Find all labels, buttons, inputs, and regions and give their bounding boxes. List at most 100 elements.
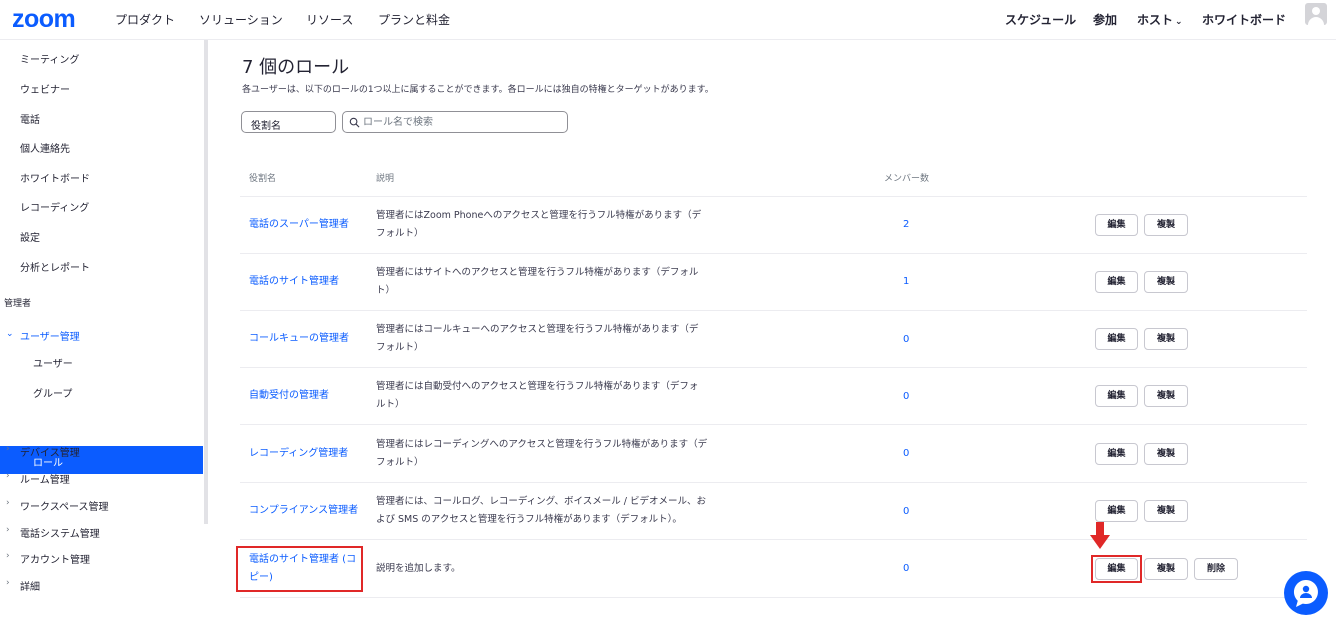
sidebar-item-contacts[interactable]: 個人連絡先 <box>20 140 70 155</box>
chevron-right-icon: › <box>6 578 10 588</box>
duplicate-button[interactable]: 複製 <box>1144 328 1188 350</box>
member-count-link[interactable]: 0 <box>903 334 909 345</box>
nav-join-link[interactable]: 参加 <box>1093 11 1117 28</box>
role-name-line: 電話のサイト管理者 <box>249 276 339 287</box>
sidebar: ミーティング ウェビナー 電話 個人連絡先 ホワイトボード レコーディング 設定… <box>0 40 204 617</box>
member-count-link[interactable]: 0 <box>903 563 909 574</box>
sidebar-item-phone[interactable]: 電話 <box>20 111 40 126</box>
desc-line: ルト） <box>376 399 405 410</box>
role-name-line: コンプライアンス管理者 <box>249 505 359 516</box>
duplicate-button[interactable]: 複製 <box>1144 443 1188 465</box>
role-name-link[interactable]: レコーディング管理者 <box>249 445 348 463</box>
role-name-link[interactable]: 電話のスーパー管理者 <box>249 216 349 234</box>
nav-host-menu[interactable]: ホスト ⌄ <box>1137 11 1183 28</box>
table-divider <box>240 539 1307 540</box>
sidebar-item-recordings[interactable]: レコーディング <box>20 199 89 214</box>
page-subtitle: 各ユーザーは、以下のロールの1つ以上に属することができます。各ロールには独自の特… <box>242 85 714 95</box>
edit-button[interactable]: 編集 <box>1095 271 1138 293</box>
duplicate-button[interactable]: 複製 <box>1144 500 1188 522</box>
sidebar-item-reports[interactable]: 分析とレポート <box>20 259 90 274</box>
duplicate-button[interactable]: 複製 <box>1144 214 1188 236</box>
desc-line: 管理者にはレコーディングへのアクセスと管理を行うフル特権があります（デ <box>376 439 708 450</box>
search-icon <box>349 117 360 128</box>
chevron-right-icon: › <box>6 471 10 481</box>
nav-item-product[interactable]: プロダクト <box>115 11 175 28</box>
desc-line: ト） <box>376 285 396 296</box>
nav-item-resources[interactable]: リソース <box>306 11 353 28</box>
support-chat-button[interactable] <box>1284 571 1328 615</box>
sidebar-item-settings[interactable]: 設定 <box>20 229 40 244</box>
table-divider <box>240 196 1307 197</box>
table-divider <box>240 310 1307 311</box>
desc-line: よび SMS のアクセスと管理を行うフル特権があります（デフォルト）。 <box>376 514 682 525</box>
zoom-logo[interactable]: zoom <box>12 5 76 34</box>
duplicate-button[interactable]: 複製 <box>1144 558 1188 580</box>
nav-item-plans-pricing[interactable]: プランと料金 <box>378 11 450 28</box>
role-name-line: 電話のスーパー管理者 <box>249 219 349 230</box>
member-count-link[interactable]: 2 <box>903 219 909 230</box>
edit-button[interactable]: 編集 <box>1095 558 1138 580</box>
chevron-right-icon: › <box>6 525 10 535</box>
role-name-link[interactable]: コンプライアンス管理者 <box>249 502 358 520</box>
member-count-link[interactable]: 0 <box>903 506 909 517</box>
table-divider <box>240 424 1307 425</box>
sidebar-item-whiteboards[interactable]: ホワイトボード <box>20 170 90 185</box>
desc-line: フォルト） <box>376 342 424 353</box>
edit-button[interactable]: 編集 <box>1095 443 1138 465</box>
chevron-down-icon: ⌄ <box>251 116 259 126</box>
desc-line: 管理者にはコールキューへのアクセスと管理を行うフル特権があります（デ <box>376 324 699 335</box>
sidebar-item-user-management[interactable]: ユーザー管理 <box>20 328 80 343</box>
arrow-down-icon <box>1090 522 1110 549</box>
edit-button[interactable]: 編集 <box>1095 214 1138 236</box>
nav-item-solutions[interactable]: ソリューション <box>199 11 283 28</box>
nav-schedule-link[interactable]: スケジュール <box>1005 11 1076 28</box>
desc-line: 説明を追加します。 <box>376 563 461 574</box>
sidebar-item-users[interactable]: ユーザー <box>33 355 73 370</box>
edit-button[interactable]: 編集 <box>1095 385 1138 407</box>
member-count-link[interactable]: 0 <box>903 391 909 402</box>
edit-button[interactable]: 編集 <box>1095 328 1138 350</box>
search-input[interactable] <box>363 115 563 129</box>
sidebar-item-webinars[interactable]: ウェビナー <box>20 81 70 96</box>
role-name-link[interactable]: 電話のサイト管理者 <box>249 273 339 291</box>
role-search-box[interactable] <box>342 111 568 133</box>
chat-icon <box>1293 580 1318 607</box>
desc-line: 管理者にはZoom Phoneへのアクセスと管理を行うフル特権があります（デ <box>376 210 702 221</box>
avatar[interactable] <box>1305 3 1327 25</box>
role-name-link[interactable]: コールキューの管理者 <box>249 330 349 348</box>
edit-button[interactable]: 編集 <box>1095 500 1138 522</box>
chevron-right-icon: › <box>6 551 10 561</box>
duplicate-button[interactable]: 複製 <box>1144 271 1188 293</box>
role-name-link[interactable]: 自動受付の管理者 <box>249 387 329 405</box>
delete-button[interactable]: 削除 <box>1194 558 1238 580</box>
role-description: 管理者にはコールキューへのアクセスと管理を行うフル特権があります（デ フォルト） <box>376 321 726 357</box>
role-description: 説明を追加します。 <box>376 560 726 578</box>
column-header-members: メンバー数 <box>884 174 930 184</box>
role-description: 管理者には、コールログ、レコーディング、ボイスメール / ビデオメール、お よび … <box>376 493 726 529</box>
role-name-line: 電話のサイト管理者 (コ <box>249 554 357 565</box>
member-count-link[interactable]: 1 <box>903 276 909 287</box>
role-description: 管理者には自動受付へのアクセスと管理を行うフル特権があります（デフォ ルト） <box>376 378 726 414</box>
sidebar-scrollbar[interactable] <box>204 40 208 524</box>
sidebar-item-device-management[interactable]: デバイス管理 <box>20 444 80 459</box>
sidebar-item-meetings[interactable]: ミーティング <box>20 51 79 66</box>
sidebar-item-account-management[interactable]: アカウント管理 <box>20 551 90 566</box>
duplicate-button[interactable]: 複製 <box>1144 385 1188 407</box>
desc-line: フォルト） <box>376 457 424 468</box>
role-name-line: レコーディング管理者 <box>249 448 349 459</box>
nav-host-label: ホスト <box>1137 13 1174 27</box>
sidebar-item-room-management[interactable]: ルーム管理 <box>20 471 70 486</box>
sidebar-item-phone-system-management[interactable]: 電話システム管理 <box>20 525 100 540</box>
role-description: 管理者にはサイトへのアクセスと管理を行うフル特権があります（デフォル ト） <box>376 264 726 300</box>
role-filter-select[interactable]: 役割名 ⌄ <box>241 111 336 133</box>
sidebar-item-workspace-management[interactable]: ワークスペース管理 <box>20 498 109 513</box>
table-divider <box>240 597 1307 598</box>
chevron-right-icon: › <box>6 498 10 508</box>
sidebar-section-admin: 管理者 <box>4 299 32 309</box>
sidebar-item-groups[interactable]: グループ <box>33 385 72 400</box>
member-count-link[interactable]: 0 <box>903 448 909 459</box>
role-name-link[interactable]: 電話のサイト管理者 (コ ピー) <box>249 551 356 587</box>
sidebar-item-advanced[interactable]: 詳細 <box>20 578 40 593</box>
nav-whiteboard-link[interactable]: ホワイトボード <box>1202 11 1286 28</box>
table-divider <box>240 253 1307 254</box>
